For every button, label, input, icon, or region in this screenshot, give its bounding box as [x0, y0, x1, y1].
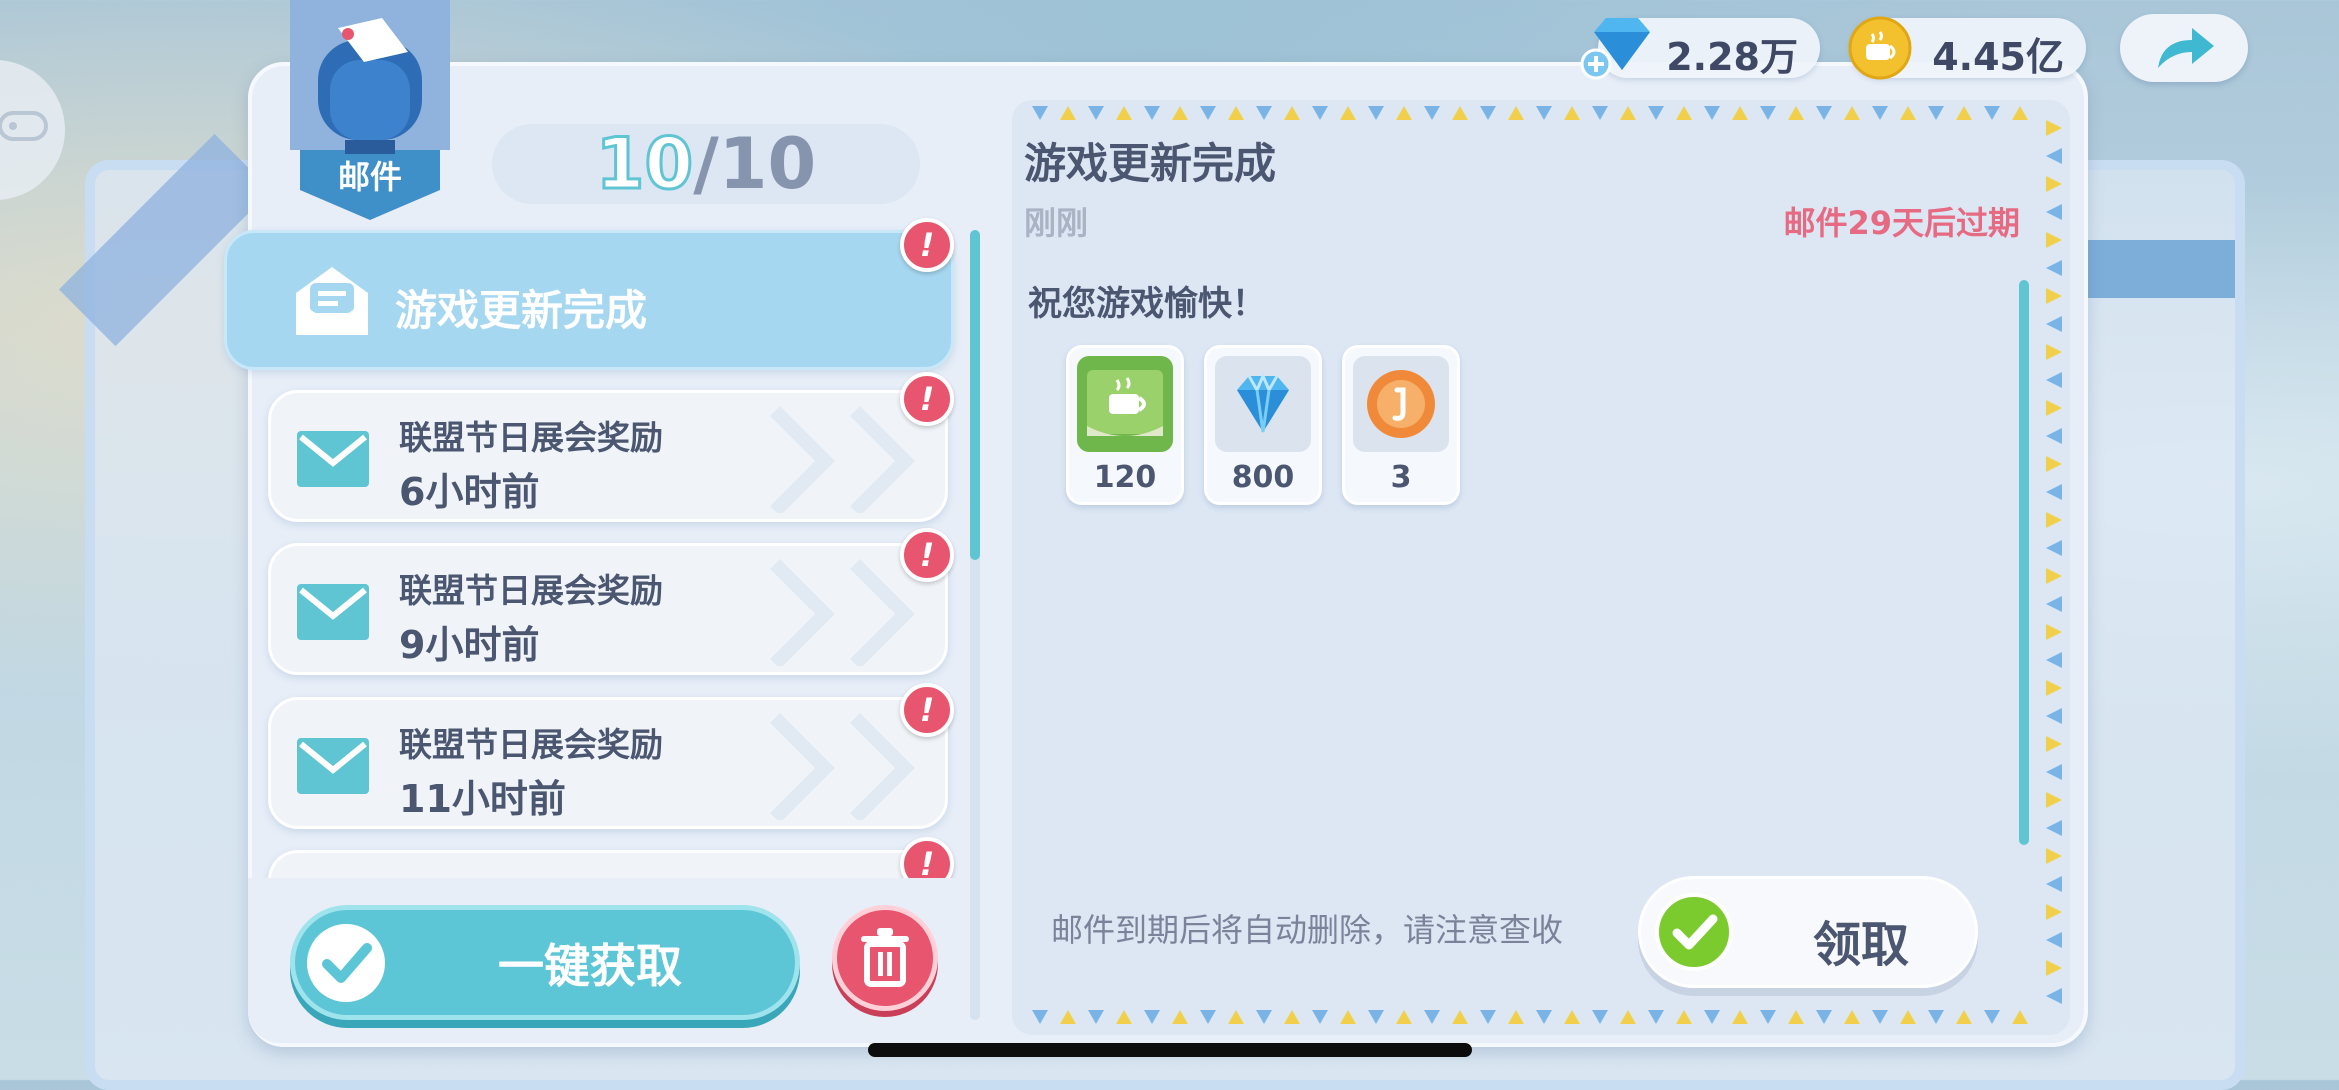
gamepad-icon [0, 111, 48, 141]
mail-item-time: 9小时前 [399, 623, 540, 667]
diamond-icon [1215, 356, 1311, 452]
detail-body: 祝您游戏愉快！ [1028, 284, 1266, 324]
home-indicator[interactable] [868, 1043, 1472, 1057]
claim-all-label: 一键获取 [498, 939, 682, 993]
mail-item[interactable] [268, 850, 948, 880]
mail-item-title: 联盟节日展会奖励 [399, 725, 663, 764]
detail-scrollbar[interactable] [2019, 280, 2029, 845]
diamond-plus-icon [1580, 18, 1650, 80]
envelope-icon [297, 431, 369, 487]
reward-qty: 800 [1231, 460, 1295, 495]
detail-title: 游戏更新完成 [1024, 139, 1277, 188]
mail-item-title: 游戏更新完成 [395, 286, 648, 335]
mail-detail: 游戏更新完成 刚刚 邮件29天后过期 祝您游戏愉快！ 120 800 3 邮件到… [1012, 100, 2070, 1035]
mail-count-total: /10 [693, 123, 817, 205]
mail-item-time: 11小时前 [399, 777, 566, 821]
detail-expire: 邮件29天后过期 [1783, 204, 2020, 242]
mail-count: 10/10 [492, 123, 920, 206]
envelope-icon [297, 738, 369, 794]
mail-item[interactable]: 联盟节日展会奖励 11小时前 [268, 697, 948, 829]
pattern-decoration [770, 406, 915, 513]
share-button[interactable] [2120, 14, 2248, 82]
mail-item[interactable]: 联盟节日展会奖励 6小时前 [268, 390, 948, 522]
reward-item[interactable]: 800 [1204, 345, 1322, 505]
share-arrow-icon [2158, 28, 2214, 68]
coin-amount: 4.45亿 [1932, 35, 2064, 79]
mail-item-active[interactable]: 游戏更新完成 [224, 230, 954, 370]
expiry-notice: 邮件到期后将自动删除，请注意查收 [1050, 911, 1563, 949]
claim-label: 领取 [1812, 917, 1909, 973]
claim-all-button[interactable]: 一键获取 [290, 905, 800, 1020]
unread-badge: ! [900, 528, 954, 582]
mail-item-time: 6小时前 [399, 470, 540, 514]
detail-time: 刚刚 [1024, 204, 1089, 242]
trash-icon [861, 928, 909, 987]
mailbox-badge: 邮件 [290, 0, 450, 220]
check-icon [307, 924, 385, 1002]
unread-badge: ! [900, 683, 954, 737]
mailbox-label: 邮件 [337, 158, 402, 196]
triangle-border [1032, 1010, 2028, 1024]
claim-button[interactable]: 领取 [1638, 876, 1978, 988]
diamond-balance[interactable]: 2.28万 [1580, 18, 1820, 80]
orange-token-icon [1353, 356, 1449, 452]
diamond-amount: 2.28万 [1666, 35, 1798, 79]
unread-badge: ! [900, 218, 954, 272]
coin-icon [1848, 16, 1912, 80]
reward-item[interactable]: 3 [1342, 345, 1460, 505]
triangle-border [2046, 120, 2062, 1004]
green-ticket-icon [1077, 356, 1173, 452]
reward-item[interactable]: 120 [1066, 345, 1184, 505]
scrollbar-thumb[interactable] [970, 230, 980, 560]
mail-item-title: 联盟节日展会奖励 [399, 571, 663, 610]
envelope-icon [297, 584, 369, 640]
reward-qty: 120 [1093, 460, 1157, 495]
mail-count-current: 10 [594, 123, 694, 206]
mail-list-scrollbar[interactable] [970, 230, 980, 1020]
mail-item[interactable]: 联盟节日展会奖励 9小时前 [268, 543, 948, 675]
unread-badge: ! [900, 372, 954, 426]
delete-button[interactable] [832, 905, 938, 1011]
triangle-border [1032, 106, 2028, 120]
reward-qty: 3 [1390, 460, 1412, 495]
check-icon [1655, 893, 1733, 971]
open-envelope-icon [296, 267, 368, 335]
coin-balance[interactable]: 4.45亿 [1848, 16, 2086, 80]
mail-item-title: 联盟节日展会奖励 [399, 418, 663, 457]
